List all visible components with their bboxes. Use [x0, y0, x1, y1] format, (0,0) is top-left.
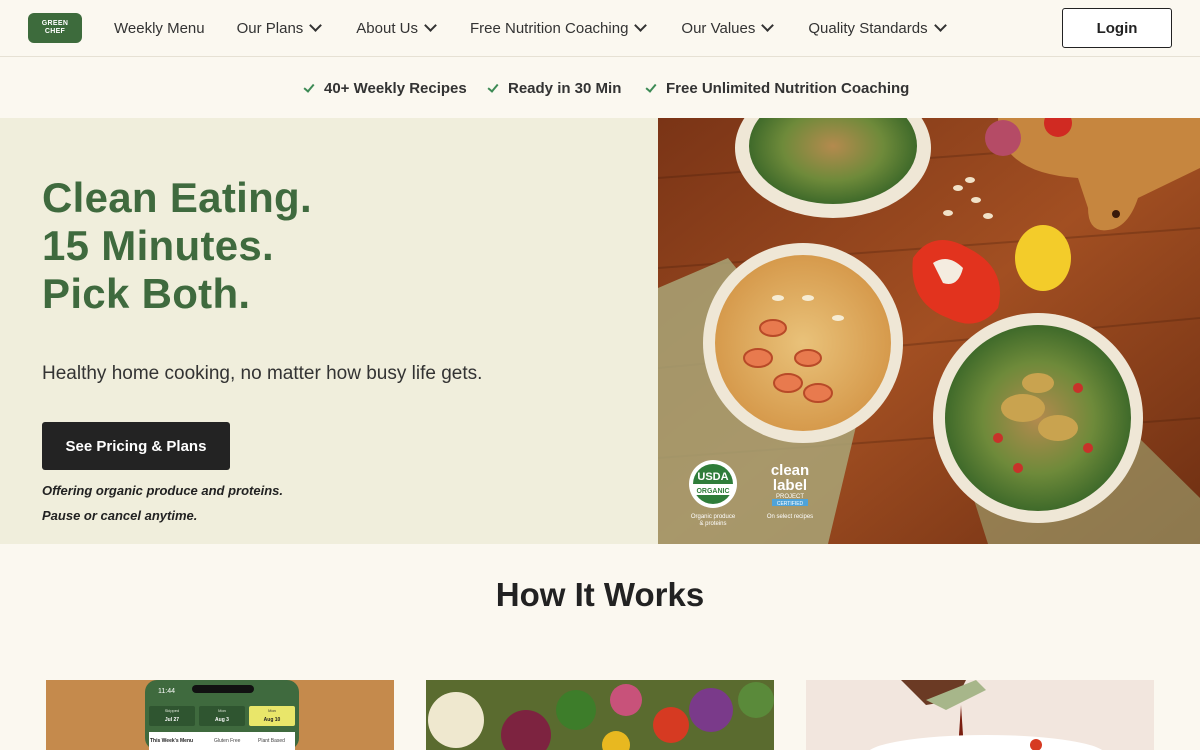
day-top: Skipped — [165, 708, 179, 713]
hero-food-image: USDA ORGANIC Organic produce & proteins … — [658, 118, 1200, 544]
produce-image — [426, 680, 774, 750]
usda-caption-1: Organic produce — [691, 514, 736, 520]
logo-text-line1: GREEN — [41, 20, 69, 27]
clean-caption: On select recipes — [767, 514, 813, 520]
day-bottom: Jul 27 — [165, 717, 179, 723]
sauce-pour-image — [806, 680, 1154, 750]
headline-line: Clean Eating. — [42, 174, 312, 221]
benefit-label: Free Unlimited Nutrition Coaching — [666, 80, 910, 97]
nav-quality-standards[interactable]: Quality Standards — [808, 17, 947, 39]
phone-mockup: 11:44 Skipped Jul 27 Mon Aug 3 Mon Aug 1… — [46, 680, 394, 750]
checkmark-icon — [303, 80, 315, 93]
day-top: Mon — [268, 708, 276, 713]
phone-tab: Plant Based — [258, 738, 285, 744]
benefit-label: Ready in 30 Min — [508, 80, 622, 97]
hero-subtitle: Healthy home cooking, no matter how busy… — [42, 363, 483, 384]
chevron-down-icon — [933, 18, 947, 32]
nav-our-values-label: Our Values — [681, 19, 756, 37]
logo-text-line2: CHEF — [44, 28, 66, 35]
how-step-card-app: 11:44 Skipped Jul 27 Mon Aug 3 Mon Aug 1… — [46, 680, 394, 750]
nav-our-plans-label: Our Plans — [236, 19, 304, 37]
day-bottom: Aug 3 — [215, 717, 229, 723]
checkmark-icon — [487, 80, 499, 93]
how-step-card-ingredients — [426, 680, 774, 750]
nav-our-plans[interactable]: Our Plans — [236, 17, 323, 39]
certified-text: CERTIFIED — [777, 501, 804, 507]
chevron-down-icon — [634, 18, 648, 32]
usda-organic-badge: USDA ORGANIC Organic produce & proteins — [689, 460, 737, 527]
top-nav: GREEN CHEF Weekly Menu Our Plans About U… — [0, 0, 1200, 57]
phone-tab: This Week's Menu — [150, 738, 193, 744]
headline-line: Pick Both. — [42, 270, 251, 317]
nav-quality-standards-label: Quality Standards — [808, 19, 928, 37]
day-top: Mon — [218, 708, 226, 713]
checkmark-icon — [645, 80, 657, 93]
nav-weekly-menu[interactable]: Weekly Menu — [114, 17, 205, 39]
usda-caption-2: & proteins — [699, 521, 726, 527]
food-illustration: USDA ORGANIC Organic produce & proteins … — [658, 118, 1200, 544]
benefit-label: 40+ Weekly Recipes — [324, 80, 467, 97]
organic-text: ORGANIC — [696, 488, 729, 495]
headline-line: 15 Minutes. — [42, 222, 275, 269]
phone-tab: Gluten Free — [214, 738, 241, 744]
chevron-down-icon — [761, 18, 775, 32]
hero-note-cancel: Pause or cancel anytime. — [42, 508, 198, 523]
benefit-item: Free Unlimited Nutrition Coaching — [645, 80, 910, 97]
nav-free-nutrition-coaching-label: Free Nutrition Coaching — [470, 19, 629, 37]
phone-time: 11:44 — [158, 688, 175, 695]
chevron-down-icon — [424, 18, 437, 32]
see-pricing-button[interactable]: See Pricing & Plans — [42, 422, 230, 470]
benefit-item: 40+ Weekly Recipes — [303, 80, 467, 97]
main-menu: Weekly Menu Our Plans About Us Free Nutr… — [114, 17, 947, 39]
chevron-down-icon — [309, 18, 323, 32]
benefit-item: Ready in 30 Min — [487, 80, 622, 97]
hero-note-organic: Offering organic produce and proteins. — [42, 483, 284, 498]
day-bottom: Aug 10 — [264, 717, 281, 723]
how-step-card-cooking — [806, 680, 1154, 750]
green-chef-logo[interactable]: GREEN CHEF — [28, 13, 82, 43]
nav-our-values[interactable]: Our Values — [681, 17, 775, 39]
label-text: label — [773, 477, 807, 494]
hero-headline: Clean Eating. 15 Minutes. Pick Both. — [42, 174, 312, 318]
nav-free-nutrition-coaching[interactable]: Free Nutrition Coaching — [470, 17, 648, 39]
how-it-works-title: How It Works — [495, 576, 705, 613]
benefits-bar: 40+ Weekly Recipes Ready in 30 Min Free … — [0, 58, 1200, 118]
login-button[interactable]: Login — [1062, 8, 1172, 48]
nav-about-us-label: About Us — [356, 19, 418, 37]
nav-weekly-menu-label: Weekly Menu — [114, 19, 205, 37]
nav-about-us[interactable]: About Us — [356, 17, 437, 39]
usda-text: USDA — [697, 471, 728, 483]
